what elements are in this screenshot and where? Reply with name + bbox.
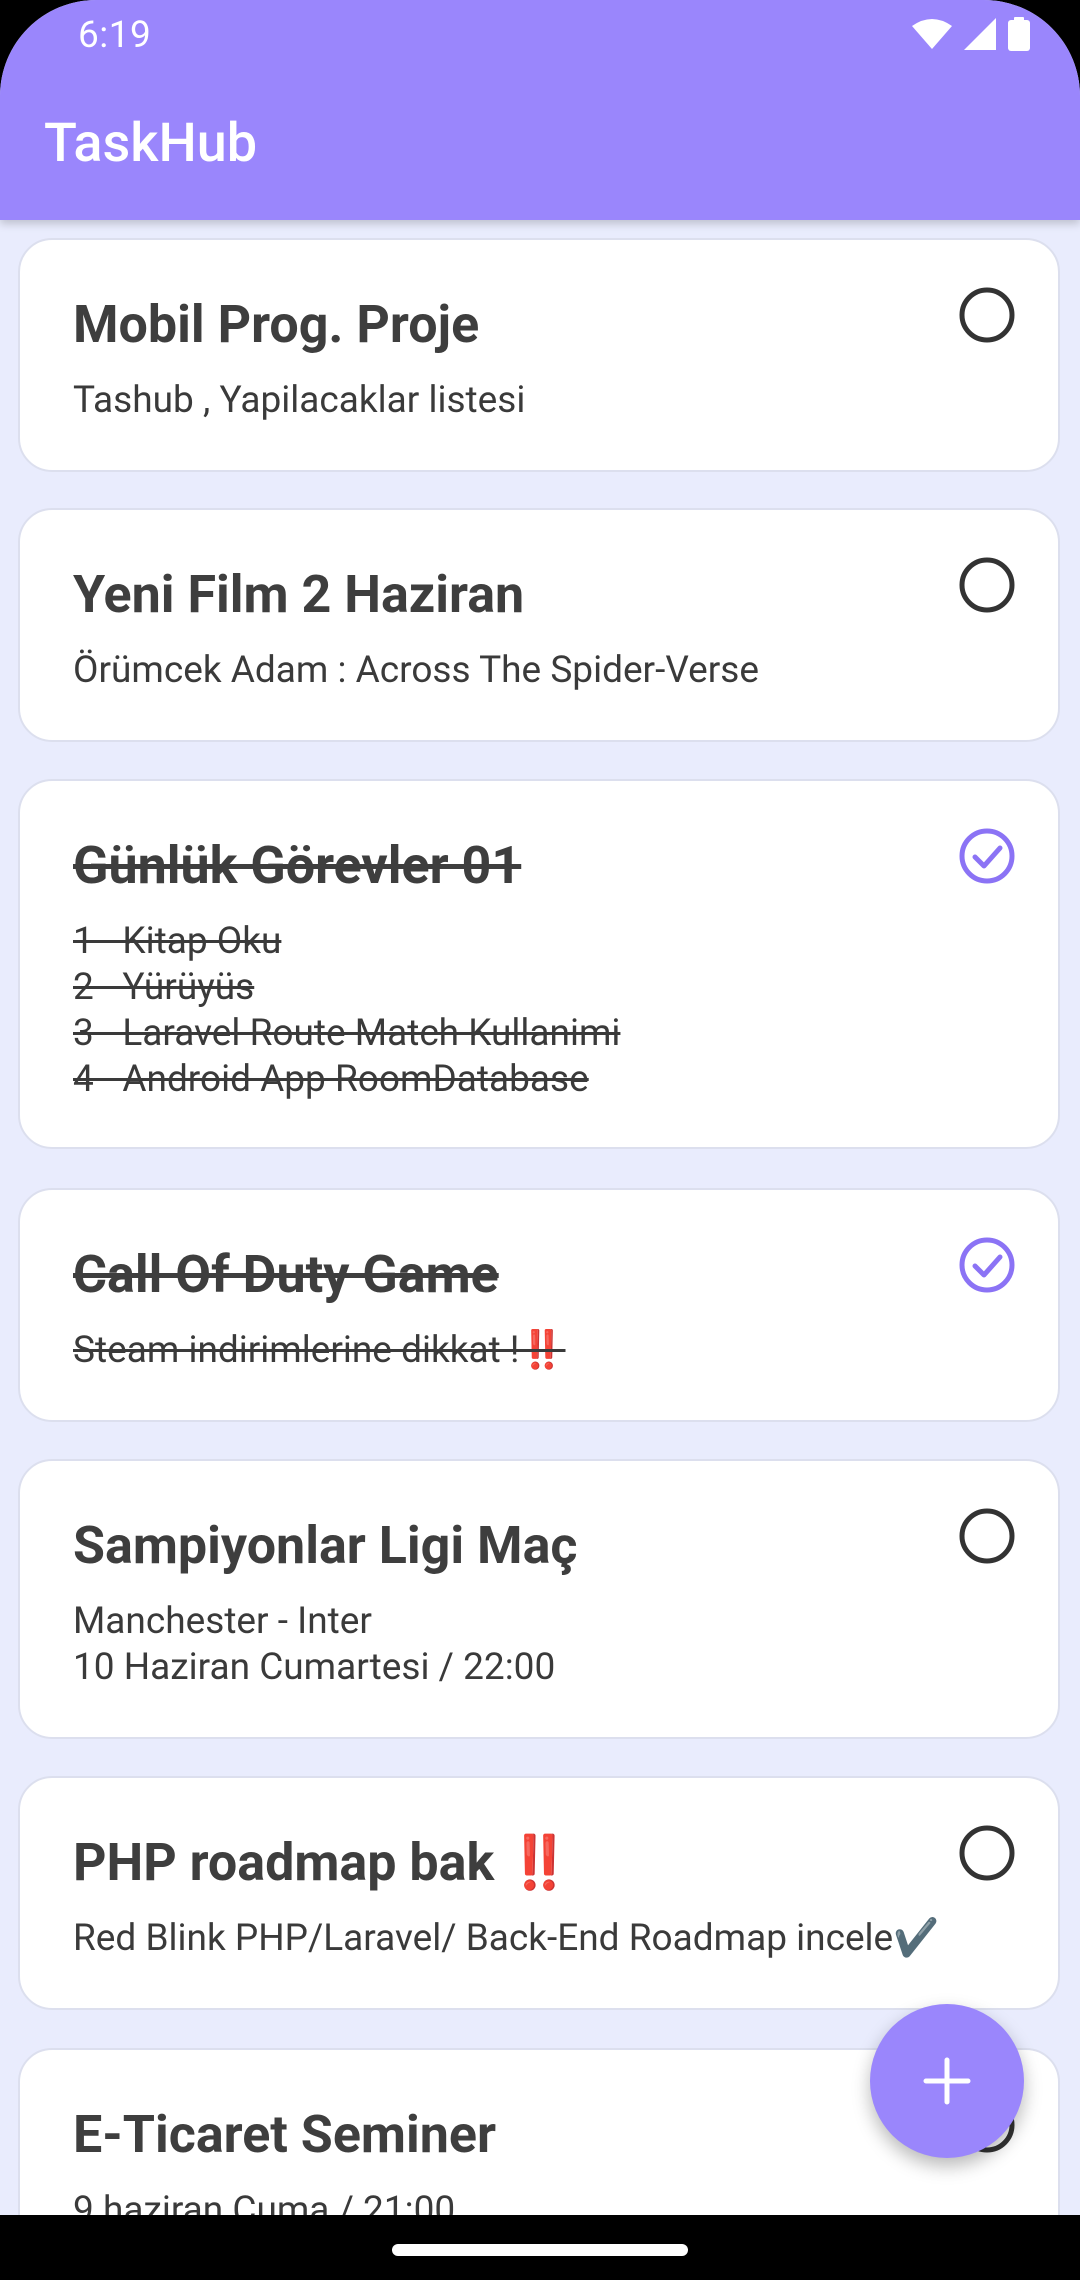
wifi-icon: [912, 19, 952, 49]
task-title: Mobil Prog. Proje: [73, 294, 480, 355]
status-time: 6:19: [78, 14, 152, 57]
task-card[interactable]: PHP roadmap bak ‼️ Red Blink PHP/Laravel…: [18, 1776, 1060, 2010]
plus-icon: [923, 2057, 971, 2105]
task-title: Günlük Görevler 01: [73, 835, 522, 896]
system-nav-bar: [0, 2215, 1080, 2280]
home-gesture-handle[interactable]: [392, 2244, 688, 2256]
task-card[interactable]: Call Of Duty Game Steam indirimlerine di…: [18, 1188, 1060, 1422]
task-description: Red Blink PHP/Laravel/ Back-End Roadmap …: [73, 1917, 940, 1960]
task-title: Call Of Duty Game: [73, 1244, 499, 1305]
task-card[interactable]: Mobil Prog. Proje Tashub , Yapilacaklar …: [18, 238, 1060, 472]
task-title: Yeni Film 2 Haziran: [73, 564, 525, 625]
app-title: TaskHub: [44, 112, 258, 175]
task-title: E-Ticaret Seminer: [73, 2104, 496, 2165]
task-list-screen: 6:19 TaskHub Mobil Prog. Proje Tashub , …: [0, 0, 1080, 2280]
task-title: Sampiyonlar Ligi Maç: [73, 1515, 578, 1576]
signal-icon: [964, 18, 996, 50]
task-card[interactable]: Sampiyonlar Ligi Maç Manchester - Inter …: [18, 1459, 1060, 1739]
app-bar: 6:19 TaskHub: [0, 0, 1080, 220]
task-description: Tashub , Yapilacaklar listesi: [73, 379, 526, 422]
task-description: 1 - Kitap Oku 2 - Yürüyüs 3 - Laravel Ro…: [73, 920, 621, 1101]
status-icons: [912, 16, 1030, 52]
task-list[interactable]: Mobil Prog. Proje Tashub , Yapilacaklar …: [0, 220, 1080, 2215]
battery-icon: [1008, 17, 1030, 51]
task-description: Örümcek Adam : Across The Spider-Verse: [73, 649, 759, 692]
empty-circle-icon[interactable]: [958, 1824, 1016, 1882]
task-description: 9 haziran Cuma / 21:00: [73, 2189, 456, 2215]
empty-circle-icon[interactable]: [958, 286, 1016, 344]
check-circle-icon[interactable]: [958, 827, 1016, 885]
empty-circle-icon[interactable]: [958, 556, 1016, 614]
task-title: PHP roadmap bak ‼️: [73, 1832, 572, 1893]
task-description: Manchester - Inter 10 Haziran Cumartesi …: [73, 1600, 556, 1689]
task-card[interactable]: Günlük Görevler 01 1 - Kitap Oku 2 - Yür…: [18, 779, 1060, 1149]
add-task-button[interactable]: [870, 2004, 1024, 2158]
task-description: Steam indirimlerine dikkat !‼️: [73, 1329, 566, 1372]
check-circle-icon[interactable]: [958, 1236, 1016, 1294]
task-card[interactable]: Yeni Film 2 Haziran Örümcek Adam : Acros…: [18, 508, 1060, 742]
empty-circle-icon[interactable]: [958, 1507, 1016, 1565]
